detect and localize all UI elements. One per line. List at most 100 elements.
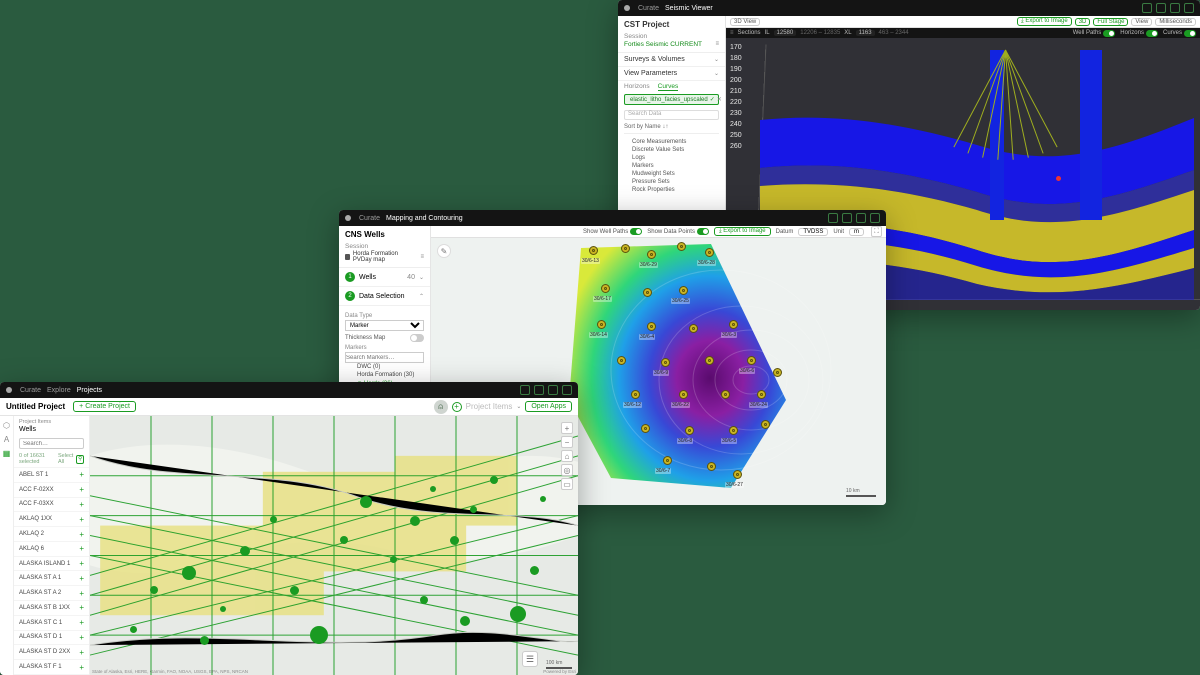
group-item[interactable]: Mudweight Sets [618, 170, 725, 178]
bell-icon[interactable] [520, 385, 530, 395]
well-item[interactable]: ALASKA ST A 1+ [14, 570, 89, 585]
chip-view[interactable]: View [1131, 18, 1152, 26]
help-icon[interactable] [534, 385, 544, 395]
well-item[interactable]: ALASKA ST C 1+ [14, 615, 89, 630]
settings-icon[interactable] [856, 213, 866, 223]
settings-icon[interactable] [548, 385, 558, 395]
toggle-wellpaths[interactable]: Well Paths [1073, 30, 1116, 37]
wells-search[interactable] [19, 438, 84, 449]
well-item[interactable]: ABEL ST 1+ [14, 467, 89, 482]
datum-select[interactable]: TVDSS [798, 228, 828, 236]
marker-option[interactable]: DWC (0) [345, 363, 424, 371]
group-item[interactable]: Rock Properties [618, 186, 725, 194]
help-icon[interactable] [842, 213, 852, 223]
create-project-button[interactable]: + Create Project [73, 401, 136, 412]
settings-icon[interactable] [1170, 3, 1180, 13]
view-params-panel[interactable]: View Parameters⌄ [618, 67, 725, 81]
view-mode[interactable]: 3D View [730, 18, 760, 26]
well-item[interactable]: AKLAQ 6+ [14, 541, 89, 556]
help-icon[interactable] [1156, 3, 1166, 13]
tab-horizons[interactable]: Horizons [624, 83, 650, 91]
well-item[interactable]: ALASKA ST D 2XX+ [14, 644, 89, 659]
export-button[interactable]: ⤓ Export to Image [1017, 17, 1072, 26]
well-item[interactable]: ACC F-03XX+ [14, 497, 89, 512]
account-icon[interactable] [870, 213, 880, 223]
rail-grid-icon[interactable]: ▦ [3, 449, 11, 458]
project-items-pill[interactable]: Project Items [466, 402, 513, 411]
select-all[interactable]: Select All [58, 453, 76, 465]
account-icon[interactable] [1184, 3, 1194, 13]
group-item[interactable]: Logs [618, 154, 725, 162]
session-row[interactable]: Horda Formation PVDay map ≡ [339, 250, 430, 268]
well-item[interactable]: ALASKA ST F 1+ [14, 659, 89, 674]
add-icon[interactable]: + [79, 663, 84, 672]
well-item[interactable]: ALASKA ST B 1XX+ [14, 600, 89, 615]
il-value[interactable]: 12580 [774, 30, 797, 36]
group-item[interactable]: Core Measurements [618, 138, 725, 146]
toggle-datapoints[interactable]: Show Data Points [647, 228, 709, 235]
units-select[interactable]: Milliseconds [1155, 18, 1196, 26]
step-wells[interactable]: 1Wells 40 ⌄ [339, 268, 430, 287]
chip-fullstage[interactable]: Full Stage [1093, 18, 1128, 26]
expand-icon[interactable]: ⛶ [871, 226, 882, 237]
add-icon[interactable]: + [79, 515, 84, 524]
avatar[interactable]: ⍝ [434, 400, 448, 414]
data-search[interactable]: Search Data [624, 110, 719, 120]
session-row[interactable]: Forties Seismic CURRENT ≡ [618, 40, 725, 53]
toggle-curves[interactable]: Curves [1163, 30, 1196, 37]
rail-home-icon[interactable]: ⬡ [3, 421, 10, 430]
add-icon[interactable]: + [79, 648, 84, 657]
basemap[interactable]: + − ⌂ ◎ ▭ ☰ 100 km State of Alaska, Esri… [90, 416, 578, 675]
unit-select[interactable]: m [849, 228, 864, 236]
well-item[interactable]: AKLAQ 1XX+ [14, 511, 89, 526]
home-extent-button[interactable]: ⌂ [561, 450, 573, 462]
close-icon[interactable]: ✕ [717, 96, 722, 103]
add-icon[interactable]: + [79, 470, 84, 479]
toggle-wellpaths[interactable]: Show Well Paths [583, 228, 642, 235]
app-name[interactable]: Curate [638, 5, 659, 12]
well-item[interactable]: AKLAQ 2+ [14, 526, 89, 541]
zoom-in-button[interactable]: + [561, 422, 573, 434]
tab-curves[interactable]: Curves [658, 83, 679, 91]
add-icon[interactable]: + [79, 574, 84, 583]
add-icon[interactable]: + [79, 589, 84, 598]
app-name[interactable]: Curate [359, 215, 380, 222]
surveys-panel[interactable]: Surveys & Volumes⌄ [618, 53, 725, 67]
menu-icon[interactable]: ≡ [420, 254, 424, 260]
layers-button[interactable]: ☰ [522, 651, 538, 667]
add-icon[interactable]: + [79, 485, 84, 494]
crumb-projects[interactable]: Projects [77, 387, 102, 394]
bell-icon[interactable] [828, 213, 838, 223]
export-button[interactable]: ⤓ Export to Image [714, 227, 771, 236]
datatype-select[interactable]: Marker [345, 320, 424, 331]
well-item[interactable]: ACC F-02XX+ [14, 482, 89, 497]
thickmap-toggle[interactable] [410, 334, 424, 342]
well-item[interactable]: ALASKA ST D 1+ [14, 630, 89, 645]
filter-icon[interactable]: ⚲ [76, 455, 84, 464]
add-icon[interactable]: + [79, 603, 84, 612]
open-apps-button[interactable]: Open Apps [525, 401, 572, 412]
well-item[interactable]: ALASKA ISLAND 1+ [14, 556, 89, 571]
group-item[interactable]: Markers [618, 162, 725, 170]
chip-3d[interactable]: 3D [1075, 18, 1091, 26]
markers-search[interactable] [345, 352, 424, 363]
xl-value[interactable]: 1163 [856, 30, 875, 36]
zoom-out-button[interactable]: − [561, 436, 573, 448]
sort-row[interactable]: Sort by Name ↓↑ [624, 124, 719, 134]
step-data[interactable]: 2Data Selection ⌃ [339, 287, 430, 306]
crumb-explore[interactable]: Explore [47, 387, 71, 394]
select-tool[interactable]: ▭ [561, 478, 573, 490]
add-icon[interactable]: + [79, 544, 84, 553]
group-item[interactable]: Pressure Sets [618, 178, 725, 186]
active-curve-chip[interactable]: elastic_litho_facies_upscaled ✓ ✕ [624, 94, 719, 105]
marker-option[interactable]: Horda Formation (30) [345, 371, 424, 379]
group-item[interactable]: Discrete Value Sets [618, 146, 725, 154]
account-icon[interactable] [562, 385, 572, 395]
rail-text-icon[interactable]: A [4, 435, 9, 444]
add-user-button[interactable]: + [452, 402, 462, 412]
toggle-horizons[interactable]: Horizons [1120, 30, 1158, 37]
bell-icon[interactable] [1142, 3, 1152, 13]
measure-tool[interactable]: ✎ [437, 244, 451, 258]
menu-icon[interactable]: ≡ [715, 41, 719, 48]
add-icon[interactable]: + [79, 530, 84, 539]
